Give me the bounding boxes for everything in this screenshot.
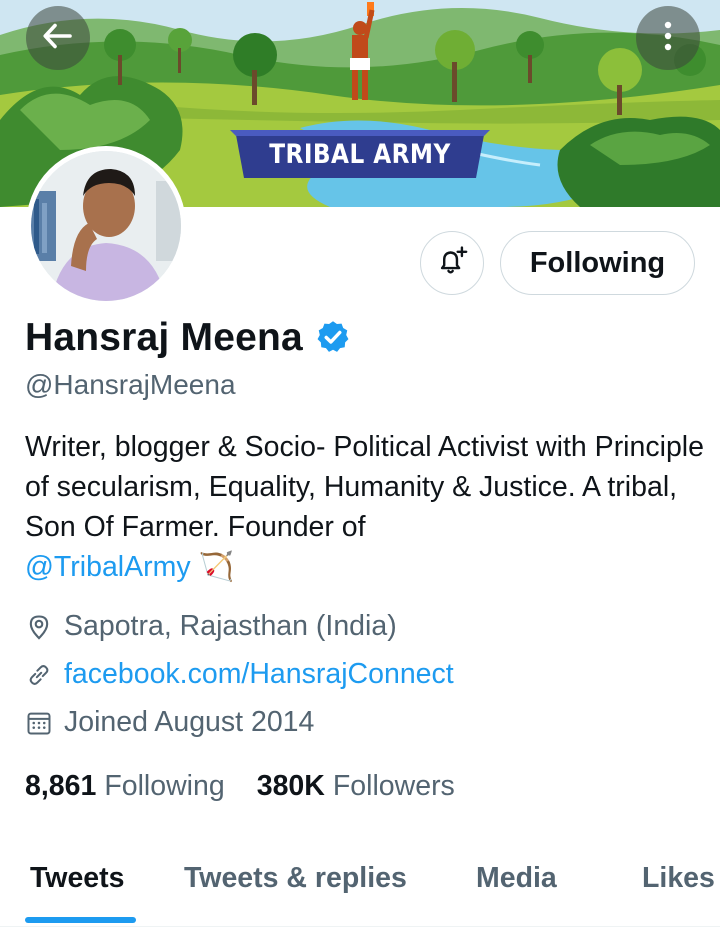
display-name: Hansraj Meena (25, 316, 303, 359)
followers-count: 380K (256, 770, 325, 802)
banner-title-wrap: TRIBAL ARMY (236, 132, 484, 178)
bow-arrow-emoji: 🏹 (198, 551, 235, 583)
location-pin-icon (24, 612, 54, 642)
profile-tabs: Tweets Tweets & replies Media Likes (0, 845, 720, 927)
followers-label: Followers (332, 770, 455, 802)
location-text: Sapotra, Rajasthan (India) (64, 610, 397, 642)
joined-text: Joined August 2014 (64, 706, 315, 738)
notifications-button[interactable] (420, 231, 484, 295)
followers-stat[interactable]: 380K Followers (257, 770, 455, 803)
calendar-icon (24, 708, 54, 738)
verified-badge-icon (315, 319, 351, 360)
avatar-photo (31, 151, 181, 301)
joined-row: Joined August 2014 (24, 706, 314, 739)
website-link[interactable]: facebook.com/HansrajConnect (64, 658, 454, 691)
active-tab-indicator (25, 917, 136, 923)
more-options-button[interactable] (636, 6, 700, 70)
more-vertical-icon (663, 20, 673, 57)
arrow-left-icon (40, 18, 76, 59)
bio-mention-link[interactable]: @TribalArmy (25, 551, 191, 583)
website-row: facebook.com/HansrajConnect (24, 658, 454, 691)
bio-text: Writer, blogger & Socio- Political Activ… (25, 431, 704, 543)
tab-tweets-and-replies[interactable]: Tweets & replies (184, 845, 407, 915)
name-row: Hansraj Meena (25, 314, 351, 362)
bell-plus-icon (435, 244, 469, 283)
location-row: Sapotra, Rajasthan (India) (24, 610, 397, 643)
link-icon (24, 660, 54, 690)
following-count: 8,861 (25, 770, 97, 802)
user-handle: @HansrajMeena (25, 369, 236, 400)
following-button[interactable]: Following (500, 231, 695, 295)
profile-bio: Writer, blogger & Socio- Political Activ… (25, 427, 705, 587)
tab-likes[interactable]: Likes (642, 845, 715, 915)
back-button[interactable] (26, 6, 90, 70)
tab-media[interactable]: Media (476, 845, 557, 915)
tab-tweets[interactable]: Tweets (30, 845, 125, 915)
avatar[interactable] (26, 146, 186, 306)
following-stat[interactable]: 8,861 Following (25, 770, 225, 803)
banner-title: TRIBAL ARMY (269, 139, 451, 170)
following-label: Following (104, 770, 225, 802)
follow-stats: 8,861 Following 380K Followers (25, 770, 487, 803)
